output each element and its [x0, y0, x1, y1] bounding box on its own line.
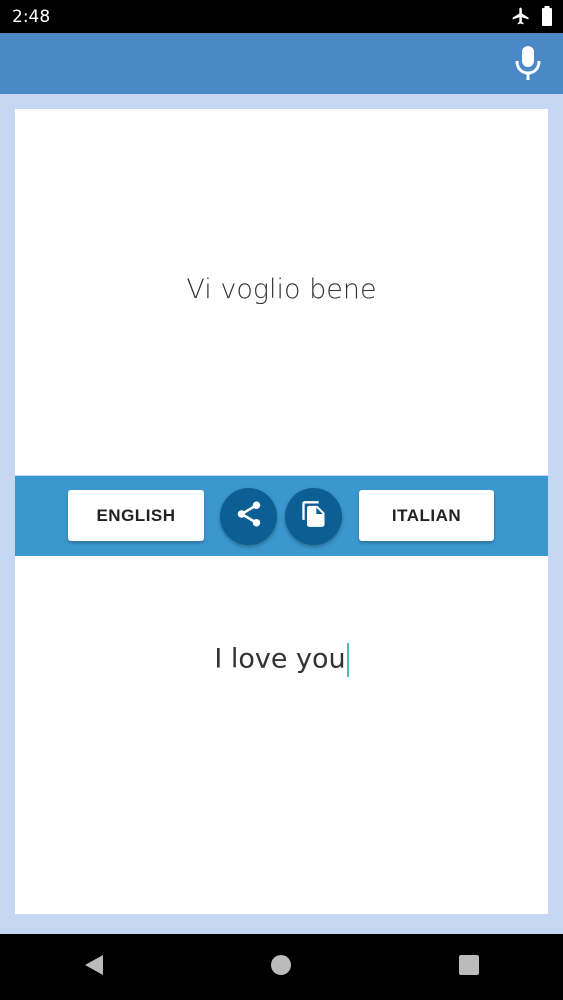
target-language-button[interactable]: ITALIAN [359, 490, 494, 541]
target-text-card[interactable]: I love you [15, 556, 548, 914]
recents-icon [459, 954, 480, 980]
language-toolbar: ENGLISH ITALIAN [15, 476, 548, 556]
home-button[interactable] [251, 937, 311, 997]
target-text: I love you [214, 643, 346, 675]
source-text-card[interactable]: Vi voglio bene [15, 109, 548, 475]
target-text-line[interactable]: I love you [15, 643, 548, 677]
text-cursor [346, 643, 349, 677]
back-icon [83, 953, 105, 982]
status-bar: 2:48 [0, 0, 563, 33]
battery-icon [541, 6, 553, 31]
microphone-button[interactable] [511, 45, 545, 86]
microphone-icon [514, 45, 542, 86]
status-time: 2:48 [12, 7, 51, 27]
airplane-icon [511, 6, 531, 31]
navigation-bar [0, 934, 563, 1000]
copy-icon [300, 499, 328, 534]
share-icon [234, 499, 264, 534]
recents-button[interactable] [439, 937, 499, 997]
home-icon [270, 954, 292, 981]
source-text[interactable]: Vi voglio bene [15, 274, 548, 305]
copy-button[interactable] [285, 488, 342, 545]
app-bar [0, 33, 563, 94]
source-language-button[interactable]: ENGLISH [68, 490, 204, 541]
share-button[interactable] [220, 488, 277, 545]
status-icons [511, 6, 553, 31]
back-button[interactable] [64, 937, 124, 997]
